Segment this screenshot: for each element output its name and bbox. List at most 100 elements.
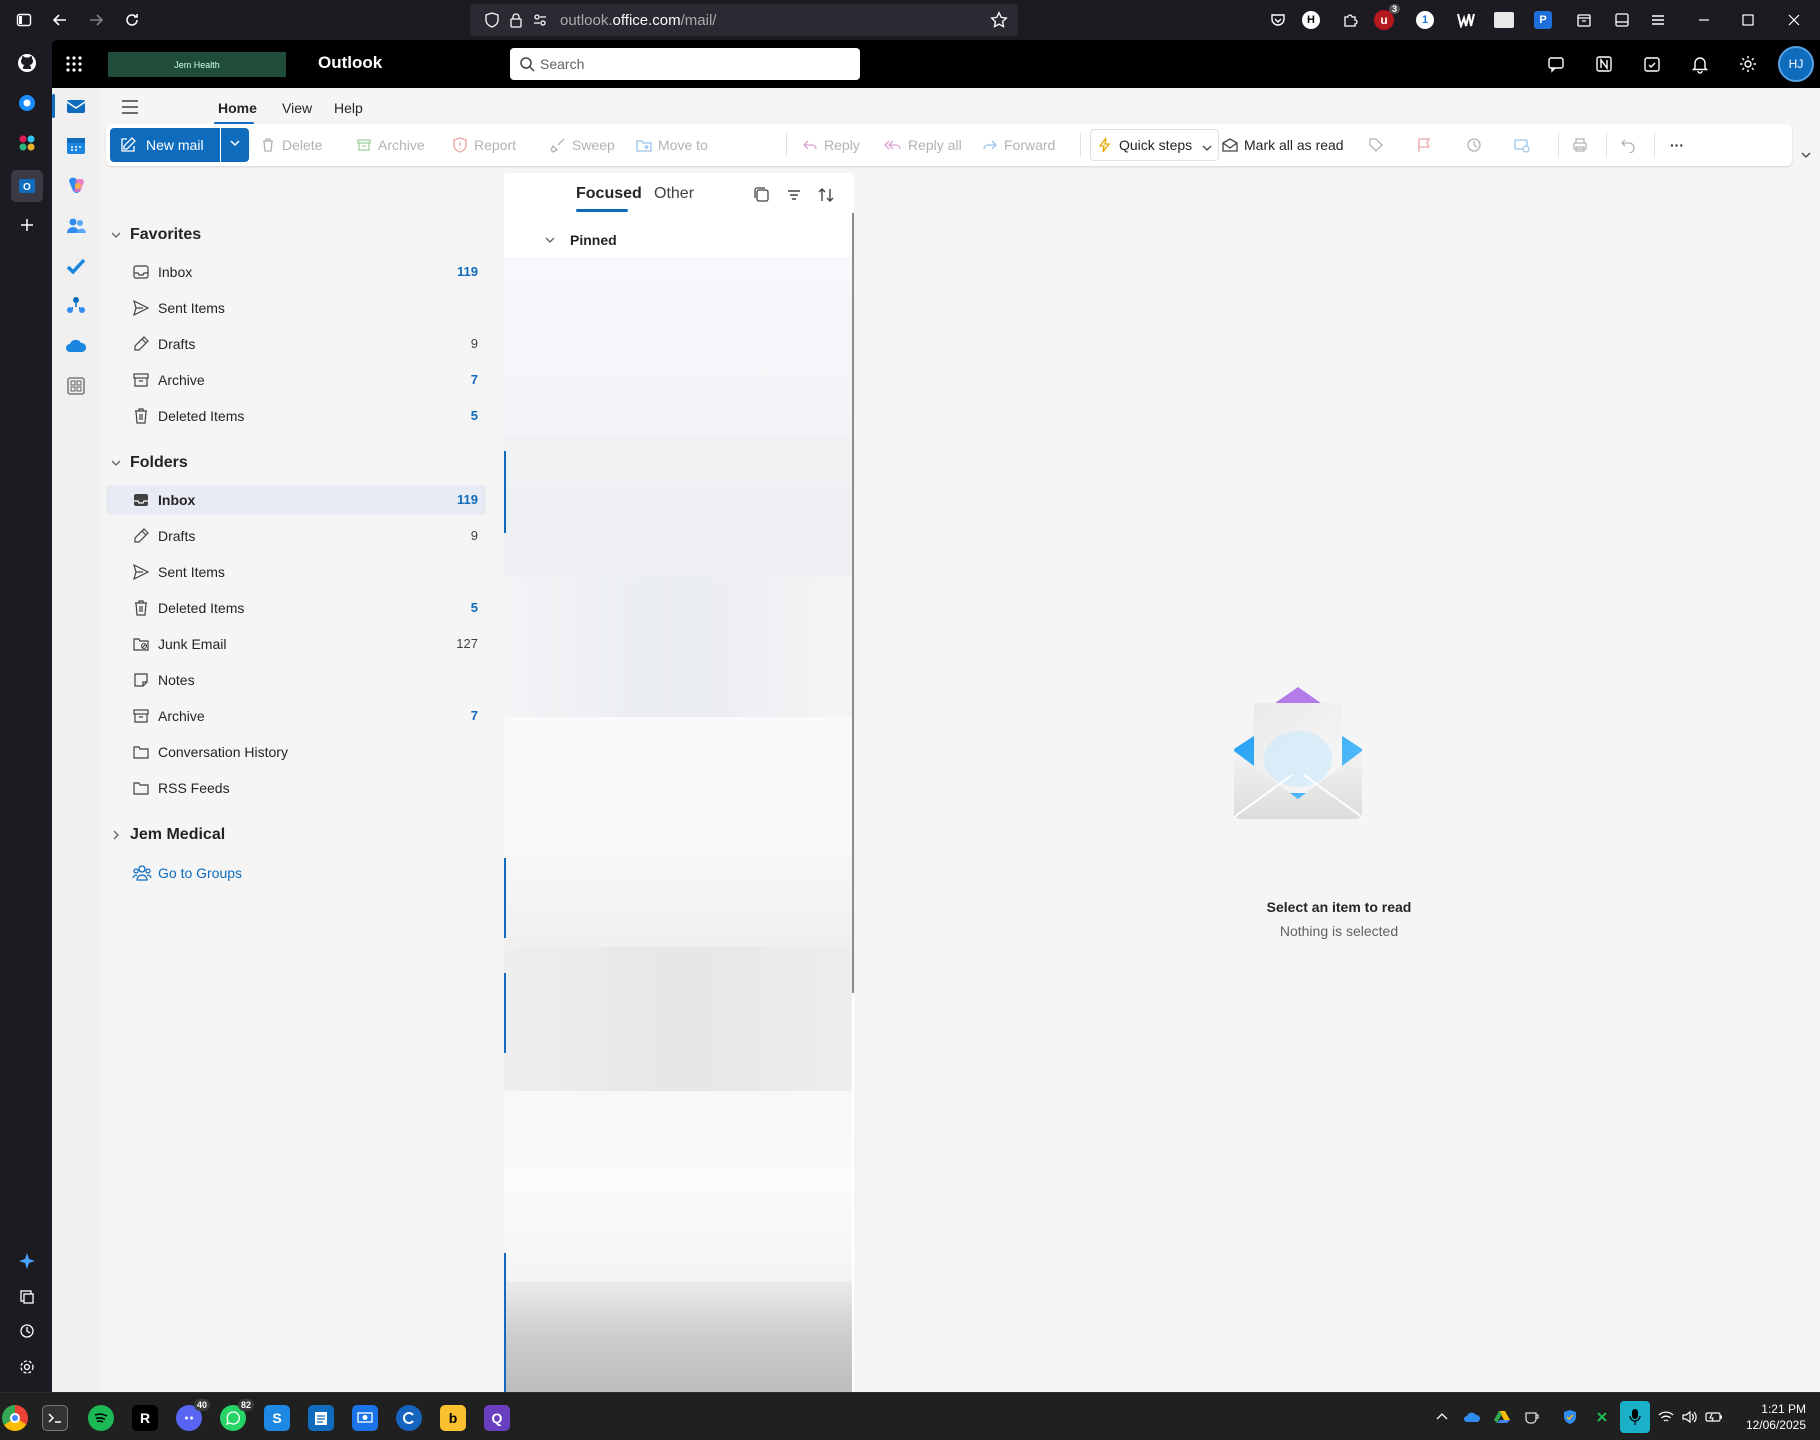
minimize-icon[interactable] (1692, 8, 1716, 32)
reader-view-icon[interactable] (1610, 8, 1634, 32)
filter-icon[interactable] (784, 185, 804, 205)
reply-button[interactable]: Reply (802, 129, 860, 161)
spotify-icon[interactable] (88, 1405, 114, 1431)
folder-drafts[interactable]: Drafts 9 (106, 521, 486, 551)
slack-icon[interactable] (14, 130, 40, 156)
settings-gear-icon[interactable] (1736, 52, 1760, 76)
lock-icon[interactable] (508, 12, 524, 33)
favorite-drafts[interactable]: Drafts 9 (106, 329, 486, 359)
forward-button[interactable]: Forward (982, 129, 1055, 161)
folders-header[interactable]: Folders (110, 448, 188, 478)
pinned-section-header[interactable]: Pinned (544, 225, 617, 255)
dashlane-icon[interactable] (14, 90, 40, 116)
r-app-icon[interactable]: R (132, 1405, 158, 1431)
password-manager-icon[interactable]: 1 (1416, 11, 1434, 29)
folder-sent-items[interactable]: Sent Items (106, 557, 486, 587)
permissions-icon[interactable] (532, 12, 548, 33)
terminal-icon[interactable] (42, 1405, 68, 1431)
delete-button[interactable]: Delete (260, 129, 322, 161)
mail-app-icon[interactable] (64, 94, 88, 118)
avatar[interactable]: HJ (1778, 46, 1814, 82)
onenote-icon[interactable] (1592, 52, 1616, 76)
container-icon[interactable] (1572, 8, 1596, 32)
message-row-redacted[interactable] (504, 847, 852, 947)
app-launcher-icon[interactable] (62, 52, 86, 76)
c-app-icon[interactable] (396, 1405, 422, 1431)
scrollbar-thumb[interactable] (852, 213, 854, 993)
move-to-button[interactable]: Move to (636, 129, 708, 161)
quick-steps-button[interactable]: Quick steps (1090, 129, 1220, 161)
ai-sparkle-icon[interactable] (14, 1248, 40, 1274)
b-app-icon[interactable]: b (440, 1405, 466, 1431)
print-button[interactable] (1572, 129, 1594, 161)
tab-help[interactable]: Help (334, 100, 363, 116)
archive-button[interactable]: Archive (356, 129, 425, 161)
more-apps-icon[interactable] (64, 374, 88, 398)
copilot-icon[interactable] (64, 174, 88, 198)
back-icon[interactable] (48, 8, 72, 32)
calendar-app-icon[interactable] (64, 134, 88, 158)
undo-button[interactable] (1620, 129, 1642, 161)
h-extension-icon[interactable]: H (1302, 11, 1320, 29)
message-row-redacted[interactable] (504, 947, 852, 1091)
s-app-icon[interactable]: S (264, 1405, 290, 1431)
favorite-sent-items[interactable]: Sent Items (106, 293, 486, 323)
folder-junk-email[interactable]: Junk Email 127 (106, 629, 486, 659)
new-mail-button[interactable]: New mail (110, 128, 220, 162)
volume-icon[interactable] (1680, 1407, 1700, 1427)
chrome-icon[interactable] (2, 1405, 28, 1431)
my-day-icon[interactable] (1640, 52, 1664, 76)
new-mail-dropdown[interactable] (221, 128, 249, 162)
app-title[interactable]: Outlook (318, 53, 382, 73)
bookmark-star-icon[interactable] (990, 11, 1008, 34)
favorites-header[interactable]: Favorites (110, 220, 201, 250)
hamburger-menu-icon[interactable] (120, 98, 140, 121)
org-logo[interactable]: Jem Health (108, 52, 286, 77)
p-extension-icon[interactable]: P (1534, 11, 1552, 29)
w-extension-icon[interactable] (1454, 8, 1478, 32)
system-clock[interactable]: 1:21 PM 12/06/2025 (1738, 1401, 1806, 1433)
mark-all-read-button[interactable]: Mark all as read (1222, 129, 1344, 161)
group-jem-medical[interactable]: Jem Medical (110, 820, 225, 850)
excel-tray-icon[interactable] (1592, 1407, 1612, 1427)
favorite-inbox[interactable]: Inbox 119 (106, 257, 486, 287)
remote-desktop-icon[interactable] (352, 1405, 378, 1431)
sidebar-toggle-icon[interactable] (12, 8, 36, 32)
teams-chat-icon[interactable] (1544, 52, 1568, 76)
message-row-redacted[interactable] (504, 717, 852, 847)
snooze-button[interactable] (1466, 129, 1488, 161)
message-row-redacted[interactable] (504, 1281, 852, 1392)
favorite-archive[interactable]: Archive 7 (106, 365, 486, 395)
word-extension-icon[interactable] (1494, 12, 1514, 28)
battery-icon[interactable] (1704, 1407, 1724, 1427)
menu-icon[interactable] (1646, 8, 1670, 32)
maximize-icon[interactable] (1736, 8, 1760, 32)
extensions-puzzle-icon[interactable] (1338, 8, 1362, 32)
whatsapp-icon[interactable]: 82 (220, 1399, 254, 1431)
sort-icon[interactable] (816, 185, 836, 205)
github-icon[interactable] (14, 50, 40, 76)
report-button[interactable]: Report (452, 129, 516, 161)
sweep-button[interactable]: Sweep (550, 129, 615, 161)
folder-archive[interactable]: Archive 7 (106, 701, 486, 731)
security-tray-icon[interactable] (1560, 1407, 1580, 1427)
tab-view[interactable]: View (282, 100, 312, 116)
groups-app-icon[interactable] (64, 294, 88, 318)
go-to-groups-link[interactable]: Go to Groups (132, 864, 242, 882)
tab-focused[interactable]: Focused (576, 185, 642, 203)
message-row-redacted[interactable] (504, 257, 852, 437)
search-box[interactable]: Search (510, 48, 860, 80)
more-options-button[interactable]: ··· (1670, 129, 1684, 161)
add-panel-icon[interactable] (14, 212, 40, 238)
folder-deleted-items[interactable]: Deleted Items 5 (106, 593, 486, 623)
notifications-bell-icon[interactable] (1688, 52, 1712, 76)
folder-inbox[interactable]: Inbox 119 (106, 485, 486, 515)
flag-button[interactable] (1416, 129, 1438, 161)
onedrive-app-icon[interactable] (64, 334, 88, 358)
folder-rss-feeds[interactable]: RSS Feeds (106, 773, 486, 803)
folder-conversation-history[interactable]: Conversation History (106, 737, 486, 767)
reply-all-button[interactable]: Reply all (884, 129, 962, 161)
ublock-icon[interactable]: u3 (1374, 4, 1400, 30)
folder-notes[interactable]: Notes (106, 665, 486, 695)
tab-other[interactable]: Other (654, 185, 694, 203)
